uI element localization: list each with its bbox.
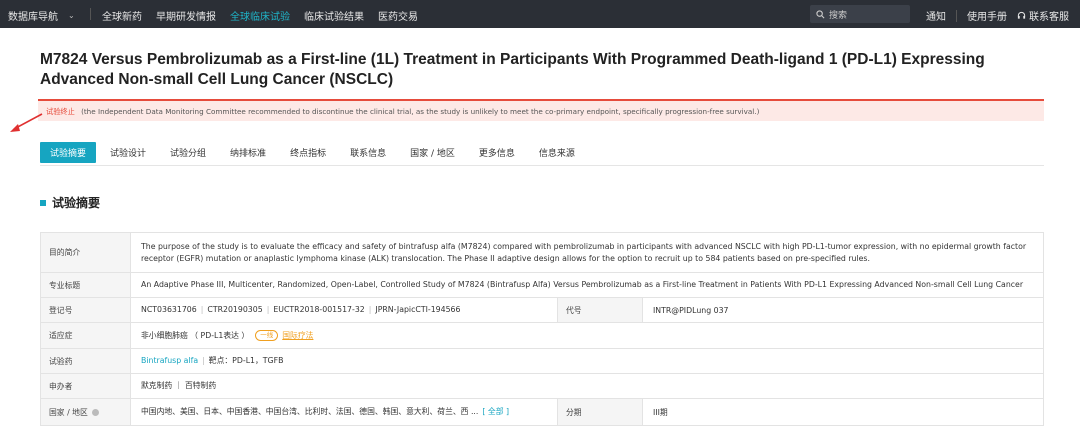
registration-ids: NCT03631706 | CTR20190305 | EUCTR2018-0015…: [141, 304, 461, 316]
headset-icon: [1017, 11, 1026, 19]
table-row: 试验药 Bintrafusp alfa | 靶点：PD-L1，TGFB: [41, 349, 1043, 374]
info-icon[interactable]: [91, 408, 99, 416]
page-title: M7824 Versus Pembrolizumab as a First-li…: [40, 51, 985, 88]
row-label: 申办者: [41, 374, 131, 398]
phase-value: III期: [653, 407, 668, 417]
country-label: 国家 / 地区: [49, 407, 88, 417]
tab-sources[interactable]: 信息来源: [529, 142, 585, 163]
nav-divider: [90, 8, 91, 20]
therapy-link[interactable]: 国际疗法: [282, 330, 313, 342]
table-row: 国家 / 地区 中国内地、美国、日本、中国香港、中国台湾、比利时、法国、德国、韩…: [41, 399, 1043, 425]
row-label: 专业标题: [41, 273, 131, 297]
purpose-text: The purpose of the study is to evaluate …: [141, 241, 1027, 263]
summary-table: 目的简介 The purpose of the study is to eval…: [40, 232, 1044, 426]
nav-divider: [956, 9, 957, 22]
reg-id[interactable]: EUCTR2018-001517-32: [273, 304, 364, 316]
status-badge: 试验终止: [46, 107, 75, 116]
show-all-countries-link[interactable]: [ 全部 ]: [482, 406, 509, 418]
targets-text: 靶点：PD-L1，TGFB: [208, 356, 284, 365]
chevron-down-icon: ⌄: [68, 11, 75, 20]
manual-link[interactable]: 使用手册: [967, 8, 1007, 23]
tab-endpoints[interactable]: 终点指标: [280, 142, 336, 163]
tab-arms[interactable]: 试验分组: [160, 142, 216, 163]
reg-id[interactable]: CTR20190305: [207, 304, 262, 316]
line-tag-badge: 一线: [255, 330, 279, 341]
row-label: 登记号: [41, 298, 131, 322]
row-label: 代号: [557, 298, 643, 322]
search-input[interactable]: 搜索: [810, 5, 910, 23]
table-row: 适应症 非小细胞肺癌 （ PD-L1表达 ） 一线 国际疗法: [41, 323, 1043, 349]
row-label: 分期: [557, 399, 643, 425]
database-nav-label: 数据库导航: [8, 12, 58, 23]
countries-value: 中国内地、美国、日本、中国香港、中国台湾、比利时、法国、德国、韩国、意大利、荷兰…: [131, 399, 557, 425]
row-label: 适应症: [41, 323, 131, 348]
row-label: 国家 / 地区: [41, 399, 131, 425]
table-row: 目的简介 The purpose of the study is to eval…: [41, 233, 1043, 273]
tab-contacts[interactable]: 联系信息: [340, 142, 396, 163]
support-label: 联系客服: [1029, 12, 1069, 23]
top-navbar: 数据库导航 ⌄ 全球新药 早期研发情报 全球临床试验 临床试验结果 医药交易 搜…: [0, 0, 1080, 28]
table-row: 登记号 NCT03631706 | CTR20190305 | EUCTR2018-…: [41, 298, 1043, 323]
section-heading: 试验摘要: [40, 194, 100, 211]
table-row: 申办者 默克制药 ｜ 百特制药: [41, 374, 1043, 399]
official-title-text: An Adaptive Phase III, Multicenter, Rand…: [141, 280, 1024, 289]
notify-link[interactable]: 通知: [926, 8, 946, 23]
section-tabs: 试验摘要 试验设计 试验分组 纳排标准 终点指标 联系信息 国家 / 地区 更多…: [40, 140, 1044, 166]
reg-id[interactable]: JPRN-JapicCTI-194566: [375, 304, 460, 316]
row-label: 试验药: [41, 349, 131, 373]
row-label: 目的简介: [41, 233, 131, 272]
indication-text: 非小细胞肺癌 （ PD-L1表达 ）: [141, 330, 250, 340]
tab-more-info[interactable]: 更多信息: [469, 142, 525, 163]
drug-link[interactable]: Bintrafusp alfa: [141, 355, 198, 367]
tab-countries[interactable]: 国家 / 地区: [400, 142, 465, 163]
drug-value: Bintrafusp alfa | 靶点：PD-L1，TGFB: [141, 355, 284, 367]
section-marker-icon: [40, 199, 46, 206]
tab-design[interactable]: 试验设计: [100, 142, 156, 163]
tab-summary[interactable]: 试验摘要: [40, 142, 97, 163]
sponsors-text: 默克制药 ｜ 百特制药: [141, 381, 217, 390]
nav-link-early-rd[interactable]: 早期研发情报: [156, 8, 216, 23]
nav-link-trial-results[interactable]: 临床试验结果: [304, 8, 364, 23]
database-nav-dropdown[interactable]: 数据库导航 ⌄: [8, 8, 75, 23]
red-arrow-icon: [10, 113, 43, 132]
nav-link-global-trials[interactable]: 全球临床试验: [230, 8, 290, 23]
table-row: 专业标题 An Adaptive Phase III, Multicenter,…: [41, 273, 1043, 298]
nav-link-global-drugs[interactable]: 全球新药: [102, 8, 142, 23]
indication-value: 非小细胞肺癌 （ PD-L1表达 ） 一线 国际疗法: [131, 323, 1043, 348]
support-link[interactable]: 联系客服: [1017, 8, 1069, 23]
status-alert: 试验终止 (the Independent Data Monitoring Co…: [38, 99, 1044, 121]
search-placeholder: 搜索: [829, 10, 848, 21]
status-reason: (the Independent Data Monitoring Committ…: [81, 107, 760, 116]
section-heading-label: 试验摘要: [52, 196, 101, 210]
search-icon: [816, 9, 825, 18]
nav-link-pharma-deals[interactable]: 医药交易: [378, 8, 418, 23]
reg-id[interactable]: NCT03631706: [141, 304, 197, 316]
nav-links: 全球新药 早期研发情报 全球临床试验 临床试验结果 医药交易: [102, 8, 418, 23]
code-value: INTR@PIDLung 037: [653, 305, 729, 315]
tab-criteria[interactable]: 纳排标准: [220, 142, 276, 163]
countries-text: 中国内地、美国、日本、中国香港、中国台湾、比利时、法国、德国、韩国、意大利、荷兰…: [141, 407, 479, 416]
